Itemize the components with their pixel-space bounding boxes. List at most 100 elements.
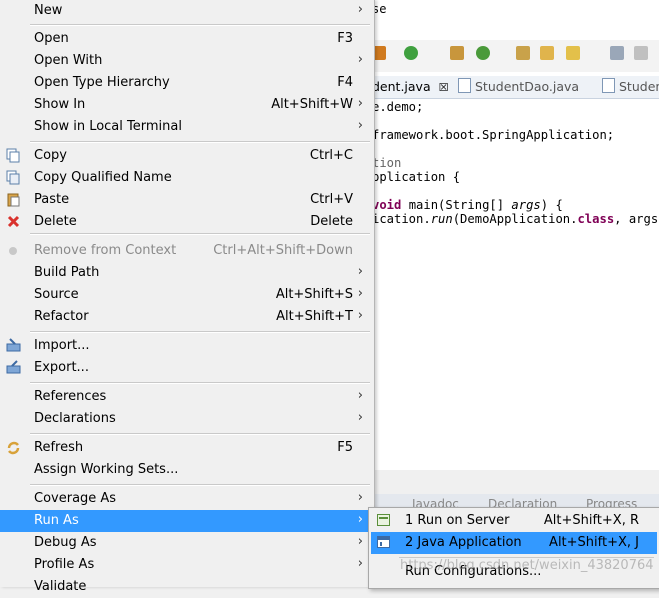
run-as-submenu: 1 Run on Server Alt+Shift+X, R 2 Java Appl… xyxy=(368,507,659,589)
menu-item-open[interactable]: Open F3 xyxy=(0,28,374,50)
chevron-right-icon: › xyxy=(357,2,363,17)
menu-item-label: Assign Working Sets... xyxy=(34,462,179,477)
code-token: main(String[] xyxy=(401,198,512,212)
delete-icon xyxy=(6,214,21,229)
menu-item-declarations[interactable]: Declarations › xyxy=(0,408,374,430)
menu-item-source[interactable]: Source Alt+Shift+S › xyxy=(0,284,374,306)
menu-item-label: Debug As xyxy=(34,535,97,550)
menu-item-label: Copy Qualified Name xyxy=(34,170,172,185)
menu-item-shortcut: Alt+Shift+W xyxy=(271,97,353,112)
open-folder-toolbar-icon[interactable] xyxy=(540,46,554,60)
menu-item-remove-from-context: Remove from Context Ctrl+Alt+Shift+Down xyxy=(0,240,374,262)
editor-tab-label: Studen xyxy=(619,79,659,94)
java-app-icon xyxy=(377,536,390,548)
menu-item-label: Export... xyxy=(34,360,89,375)
menu-item-copy-qualified-name[interactable]: Copy Qualified Name xyxy=(0,167,374,189)
menu-item-assign-working-sets[interactable]: Assign Working Sets... xyxy=(0,459,374,481)
import-icon xyxy=(6,338,21,353)
menu-item-shortcut: Ctrl+Alt+Shift+Down xyxy=(213,243,353,258)
server-icon xyxy=(377,514,390,526)
menu-item-label: Delete xyxy=(34,214,77,229)
editor-tab-student[interactable]: Studen xyxy=(602,78,659,96)
close-tab-icon[interactable]: ☒ xyxy=(439,81,449,94)
chevron-right-icon: › xyxy=(357,490,363,505)
menu-item-label: Open Type Hierarchy xyxy=(34,75,170,90)
menu-separator xyxy=(30,24,370,26)
code-token: (DemoApplication. xyxy=(452,212,578,226)
copy-icon xyxy=(6,148,21,163)
run-toolbar-icon[interactable] xyxy=(404,46,418,60)
coverage-toolbar-icon[interactable] xyxy=(476,46,490,60)
chevron-right-icon: › xyxy=(357,534,363,549)
menu-item-debug-as[interactable]: Debug As › xyxy=(0,532,374,554)
new-package-toolbar-icon[interactable] xyxy=(516,46,530,60)
menu-item-show-in[interactable]: Show In Alt+Shift+W › xyxy=(0,94,374,116)
menu-item-profile-as[interactable]: Profile As › xyxy=(0,554,374,576)
menu-item-label: Refresh xyxy=(34,440,84,455)
pen-toolbar-icon[interactable] xyxy=(634,46,648,60)
menu-item-refresh[interactable]: Refresh F5 xyxy=(0,437,374,459)
menu-item-open-with[interactable]: Open With › xyxy=(0,50,374,72)
java-file-icon xyxy=(602,78,615,93)
menu-item-paste[interactable]: Paste Ctrl+V xyxy=(0,189,374,211)
paste-icon xyxy=(6,192,21,207)
submenu-item-shortcut: Alt+Shift+X, R xyxy=(543,513,639,528)
submenu-item-1-run-on-server[interactable]: 1 Run on Server Alt+Shift+X, R xyxy=(371,510,657,532)
submenu-item-2-java-application[interactable]: 2 Java Application Alt+Shift+X, J xyxy=(371,532,657,554)
menu-separator xyxy=(30,484,370,486)
menu-item-build-path[interactable]: Build Path › xyxy=(0,262,374,284)
search-toolbar-icon[interactable] xyxy=(566,46,580,60)
editor-tabs: dent.java ☒ StudentDao.java Studen xyxy=(360,76,659,99)
menu-item-label: References xyxy=(34,389,107,404)
code-token: ) { xyxy=(540,198,563,212)
menu-item-run-as[interactable]: Run As › xyxy=(0,510,374,532)
menu-item-refactor[interactable]: Refactor Alt+Shift+T › xyxy=(0,306,374,328)
editor-tab-label: dent.java xyxy=(372,79,431,94)
remove-context-icon xyxy=(6,243,21,258)
menu-separator xyxy=(30,433,370,435)
chevron-right-icon: › xyxy=(357,556,363,571)
menu-item-shortcut: Ctrl+V xyxy=(310,192,353,207)
menu-item-references[interactable]: References › xyxy=(0,386,374,408)
menu-item-shortcut: Ctrl+C xyxy=(309,148,353,163)
menu-item-shortcut: F5 xyxy=(337,440,353,455)
menu-item-validate[interactable]: Validate xyxy=(0,576,374,598)
chevron-right-icon: › xyxy=(357,118,363,133)
chevron-right-icon: › xyxy=(357,308,363,323)
editor-tab-studentdao[interactable]: StudentDao.java xyxy=(458,78,579,96)
menu-item-label: Build Path xyxy=(34,265,100,280)
menu-item-label: Open xyxy=(34,31,69,46)
menu-item-import[interactable]: Import... xyxy=(0,335,374,357)
menu-item-label: Declarations xyxy=(34,411,116,426)
editor-tab-active[interactable]: dent.java ☒ xyxy=(372,78,448,96)
code-token: e.demo; xyxy=(372,100,424,114)
menu-item-coverage-as[interactable]: Coverage As › xyxy=(0,488,374,510)
menu-item-export[interactable]: Export... xyxy=(0,357,374,379)
menu-item-label: Show In xyxy=(34,97,86,112)
code-token: pplication { xyxy=(372,170,461,184)
menu-item-label: Coverage As xyxy=(34,491,117,506)
chevron-right-icon: › xyxy=(357,388,363,403)
code-token: , args); xyxy=(614,212,659,226)
chevron-right-icon: › xyxy=(357,264,363,279)
menu-item-label: Show in Local Terminal xyxy=(34,119,182,134)
menu-separator xyxy=(30,331,370,333)
package-toolbar-icon[interactable] xyxy=(450,46,464,60)
watermark: https://blog.csdn.net/weixin_43820764 xyxy=(400,558,654,573)
submenu-item-label: 2 Java Application xyxy=(405,535,522,550)
code-line: pplication { xyxy=(372,170,460,184)
menu-item-label: Open With xyxy=(34,53,103,68)
context-menu: New › Open F3 Open With › Open Type Hierarchy F… xyxy=(0,0,375,594)
menu-item-delete[interactable]: Delete Delete xyxy=(0,211,374,233)
menu-item-label: Import... xyxy=(34,338,90,353)
menu-item-open-type-hierarchy[interactable]: Open Type Hierarchy F4 xyxy=(0,72,374,94)
pin-toolbar-icon[interactable] xyxy=(610,46,624,60)
code-token: class xyxy=(577,212,615,226)
menu-item-copy[interactable]: Copy Ctrl+C xyxy=(0,145,374,167)
menu-item-shortcut: F4 xyxy=(337,75,353,90)
menu-item-shortcut: Alt+Shift+T xyxy=(276,309,353,324)
chevron-right-icon: › xyxy=(357,286,363,301)
menu-item-new[interactable]: New › xyxy=(0,0,374,22)
menu-item-show-in-local-terminal[interactable]: Show in Local Terminal › xyxy=(0,116,374,138)
menu-item-label: Copy xyxy=(34,148,67,163)
